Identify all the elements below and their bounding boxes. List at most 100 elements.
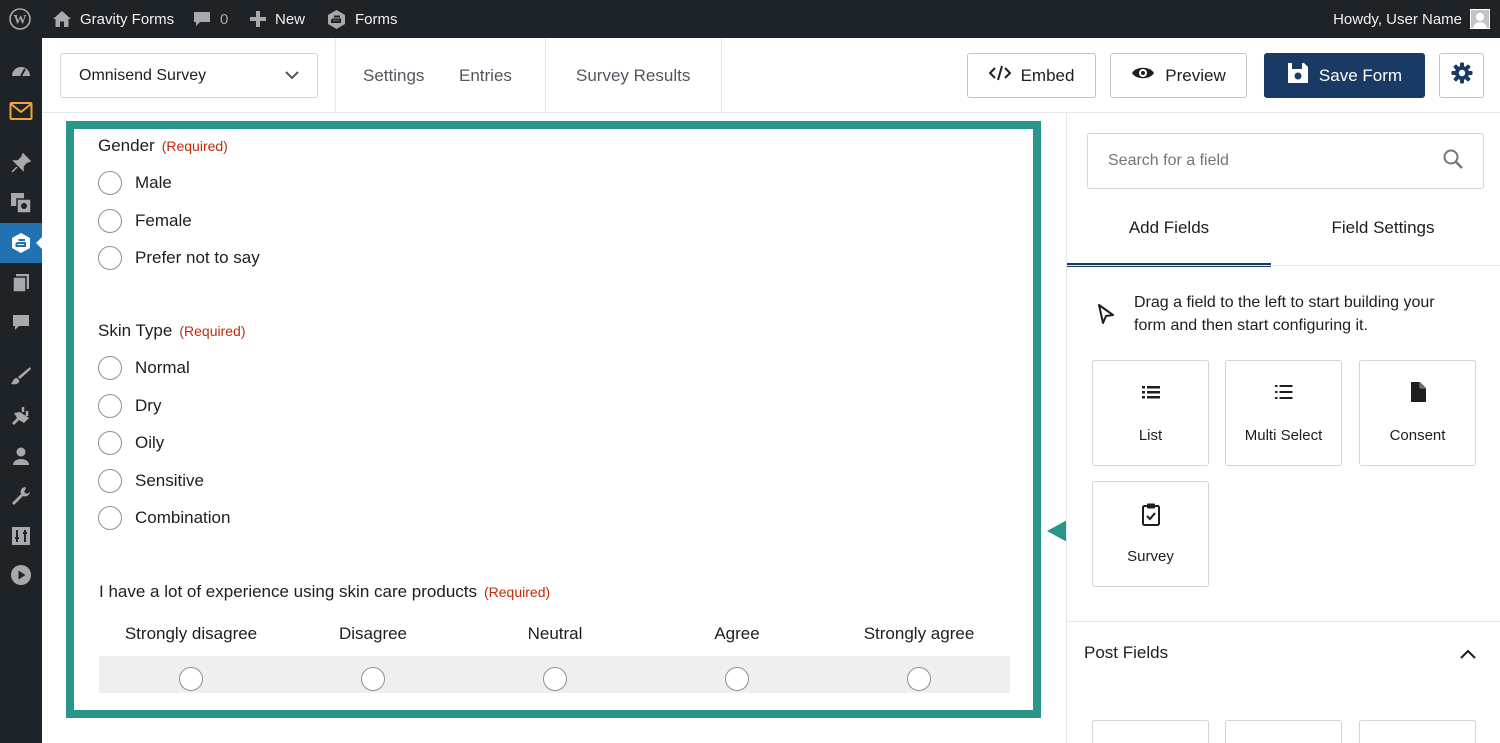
likert-radio-neutral[interactable] <box>543 667 567 691</box>
radio-button[interactable] <box>98 171 122 195</box>
form-editor-toolbar: Omnisend Survey Settings Entries Survey … <box>42 38 1500 113</box>
gender-label: Gender <box>98 136 155 155</box>
form-settings-button[interactable] <box>1439 53 1484 98</box>
radio-button[interactable] <box>98 431 122 455</box>
multi-select-icon <box>1226 381 1341 403</box>
field-card-consent[interactable]: Consent <box>1359 360 1476 466</box>
tab-add-fields[interactable]: Add Fields <box>1067 218 1271 267</box>
chevron-up-icon[interactable] <box>1460 646 1476 664</box>
radio-button[interactable] <box>98 394 122 418</box>
pin-icon[interactable] <box>0 143 42 183</box>
field-card-label: List <box>1138 427 1163 444</box>
field-search-input[interactable]: Search for a field <box>1087 133 1484 189</box>
field-card-multi-select[interactable]: Multi Select <box>1225 360 1342 466</box>
video-icon[interactable] <box>0 555 42 595</box>
gear-icon <box>1451 62 1473 89</box>
required-indicator: (Required) <box>484 584 551 600</box>
comments-link[interactable]: 0 <box>192 0 228 38</box>
gender-choice-male[interactable]: Male <box>98 171 172 195</box>
gravity-forms-menu-icon[interactable] <box>0 223 42 263</box>
field-card-label: Consent <box>1389 427 1446 444</box>
choice-label: Female <box>135 211 192 230</box>
forms-link[interactable]: Forms <box>326 0 398 38</box>
skin-choice-normal[interactable]: Normal <box>98 356 190 380</box>
post-field-card[interactable] <box>1359 720 1476 743</box>
likert-column-header: Strongly agree <box>863 624 975 643</box>
clipboard-check-icon <box>1093 502 1208 526</box>
post-fields-section-title[interactable]: Post Fields <box>1084 643 1168 663</box>
tab-add-fields-label: Add Fields <box>1128 218 1210 237</box>
field-card-label: Survey <box>1127 548 1174 565</box>
choice-label: Normal <box>135 358 190 377</box>
save-form-button[interactable]: Save Form <box>1264 53 1425 98</box>
media-icon[interactable] <box>0 183 42 223</box>
user-account-menu[interactable]: Howdy, User Name <box>1333 0 1490 38</box>
preview-label: Preview <box>1165 65 1226 85</box>
radio-button[interactable] <box>98 356 122 380</box>
choice-label: Prefer not to say <box>135 248 260 267</box>
avatar <box>1470 9 1490 29</box>
gender-choice-female[interactable]: Female <box>98 209 192 233</box>
radio-button[interactable] <box>98 209 122 233</box>
users-icon[interactable] <box>0 436 42 476</box>
skin-choice-sensitive[interactable]: Sensitive <box>98 469 204 493</box>
embed-button[interactable]: Embed <box>967 53 1096 98</box>
settings-icon[interactable] <box>0 516 42 556</box>
floppy-disk-icon <box>1287 62 1309 89</box>
field-card-survey[interactable]: Survey <box>1092 481 1209 587</box>
form-switcher-dropdown[interactable]: Omnisend Survey <box>60 53 318 98</box>
likert-radio-agree[interactable] <box>725 667 749 691</box>
tab-field-settings[interactable]: Field Settings <box>1281 218 1485 267</box>
choice-label: Oily <box>135 433 165 452</box>
likert-radio-strongly-agree[interactable] <box>907 667 931 691</box>
plus-icon <box>249 10 267 28</box>
required-indicator: (Required) <box>161 138 228 154</box>
skin-choice-oily[interactable]: Oily <box>98 431 164 455</box>
required-indicator: (Required) <box>179 323 246 339</box>
wordpress-logo-icon[interactable]: W <box>9 0 31 38</box>
likert-radio-disagree[interactable] <box>361 667 385 691</box>
radio-button[interactable] <box>98 246 122 270</box>
likert-field-label: I have a lot of experience using skin ca… <box>99 582 550 602</box>
nav-survey-results-link[interactable]: Survey Results <box>576 38 690 113</box>
skin-choice-combination[interactable]: Combination <box>98 506 230 530</box>
appearance-icon[interactable] <box>0 356 42 396</box>
plugins-icon[interactable] <box>0 396 42 436</box>
comments-count: 0 <box>220 10 229 28</box>
site-name-link[interactable]: Gravity Forms <box>52 0 174 38</box>
tools-icon[interactable] <box>0 476 42 516</box>
greeting-text: Howdy, User Name <box>1333 10 1462 28</box>
home-icon <box>52 10 72 28</box>
post-field-card[interactable] <box>1225 720 1342 743</box>
field-card-list[interactable]: List <box>1092 360 1209 466</box>
forms-label: Forms <box>355 10 398 28</box>
save-form-label: Save Form <box>1318 65 1403 85</box>
svg-text:W: W <box>14 12 27 27</box>
skin-type-label: Skin Type <box>98 321 173 340</box>
tab-divider <box>1067 265 1500 266</box>
embed-label: Embed <box>1020 65 1075 85</box>
dashboard-icon[interactable] <box>0 51 42 91</box>
post-field-card[interactable] <box>1092 720 1209 743</box>
preview-button[interactable]: Preview <box>1110 53 1247 98</box>
likert-label: I have a lot of experience using skin ca… <box>99 582 477 601</box>
radio-button[interactable] <box>98 506 122 530</box>
section-divider <box>1067 621 1500 622</box>
choice-label: Dry <box>135 396 162 415</box>
choice-label: Combination <box>135 508 231 527</box>
email-icon[interactable] <box>0 91 42 131</box>
nav-settings-link[interactable]: Settings <box>363 38 424 113</box>
search-placeholder: Search for a field <box>1108 152 1229 169</box>
pages-icon[interactable] <box>0 263 42 303</box>
nav-entries-link[interactable]: Entries <box>459 38 512 113</box>
choice-label: Sensitive <box>135 471 204 490</box>
admin-side-menu <box>0 38 42 743</box>
skin-choice-dry[interactable]: Dry <box>98 394 161 418</box>
admin-bar: W Gravity Forms 0 New Forms Howdy, User … <box>0 0 1500 38</box>
comments-icon[interactable] <box>0 303 42 343</box>
document-icon <box>1360 381 1475 403</box>
radio-button[interactable] <box>98 469 122 493</box>
likert-radio-strongly-disagree[interactable] <box>179 667 203 691</box>
gender-choice-prefer-not[interactable]: Prefer not to say <box>98 246 260 270</box>
new-content-link[interactable]: New <box>249 0 305 38</box>
